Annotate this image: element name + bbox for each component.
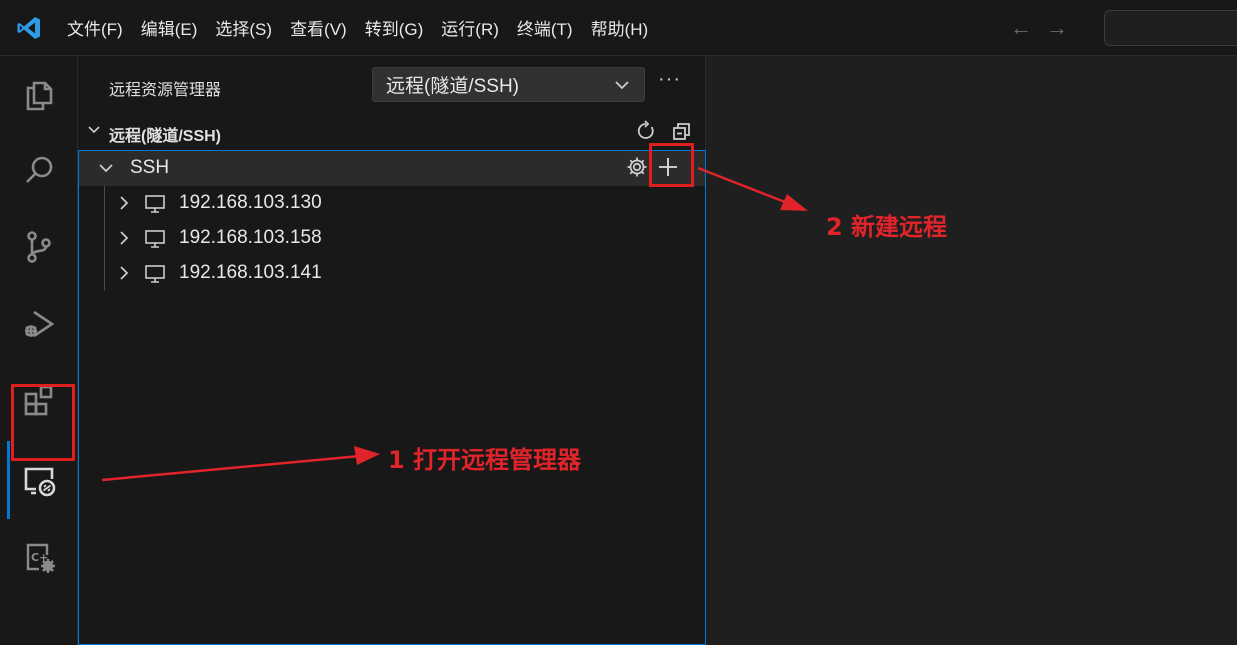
tree-group-ssh[interactable]: SSH: [79, 151, 705, 186]
host-row-3[interactable]: 192.168.103.141: [79, 256, 705, 291]
chevron-right-icon: [115, 229, 133, 252]
remote-type-select[interactable]: 远程(隧道/SSH): [372, 67, 645, 102]
source-control-icon[interactable]: [0, 212, 78, 282]
navigation-arrows: ← →: [1010, 0, 1068, 56]
explorer-icon[interactable]: [0, 60, 78, 130]
sidebar-title: 远程资源管理器: [109, 82, 222, 99]
highlight-remote-explorer: [11, 384, 75, 461]
refresh-icon[interactable]: [633, 118, 659, 144]
highlight-add-remote: [649, 143, 694, 187]
activity-bar: C+: [0, 56, 78, 645]
host-label: 192.168.103.158: [179, 227, 322, 248]
run-debug-icon[interactable]: [0, 289, 78, 359]
annotation-step-2: 2 新建远程: [826, 213, 948, 241]
search-icon[interactable]: [0, 136, 78, 206]
section-title: 远程(隧道/SSH): [109, 128, 222, 145]
monitor-icon: [144, 228, 166, 255]
sidebar-header: 远程资源管理器 远程(隧道/SSH) ···: [78, 56, 706, 114]
chevron-right-icon: [115, 264, 133, 287]
chevron-right-icon: [115, 194, 133, 217]
host-row-1[interactable]: 192.168.103.130: [79, 186, 705, 221]
more-actions-icon[interactable]: ···: [658, 68, 681, 91]
menu-help[interactable]: 帮助(H): [582, 0, 658, 56]
menu-bar: 文件(F) 编辑(E) 选择(S) 查看(V) 转到(G) 运行(R) 终端(T…: [58, 0, 657, 56]
annotation-step-1: 1 打开远程管理器: [388, 446, 582, 474]
menu-edit[interactable]: 编辑(E): [132, 0, 207, 56]
forward-arrow-icon[interactable]: →: [1046, 15, 1068, 41]
chevron-down-icon: [97, 159, 115, 182]
command-center-search[interactable]: [1104, 10, 1237, 46]
vscode-logo-icon: [0, 0, 58, 56]
back-arrow-icon[interactable]: ←: [1010, 15, 1032, 41]
menu-terminal[interactable]: 终端(T): [508, 0, 582, 56]
title-bar: 文件(F) 编辑(E) 选择(S) 查看(V) 转到(G) 运行(R) 终端(T…: [0, 0, 1237, 56]
menu-go[interactable]: 转到(G): [356, 0, 433, 56]
monitor-icon: [144, 193, 166, 220]
chevron-down-icon: [612, 75, 632, 101]
menu-run[interactable]: 运行(R): [432, 0, 508, 56]
collapse-all-icon[interactable]: [669, 118, 695, 144]
section-header[interactable]: 远程(隧道/SSH): [78, 114, 706, 148]
remote-explorer-sidebar: 远程资源管理器 远程(隧道/SSH) ··· 远程(隧道/SSH) SSH 19…: [78, 56, 706, 645]
host-label: 192.168.103.130: [179, 192, 322, 213]
gear-icon[interactable]: [625, 155, 649, 184]
host-label: 192.168.103.141: [179, 262, 322, 283]
menu-file[interactable]: 文件(F): [58, 0, 132, 56]
tree-group-label: SSH: [130, 157, 170, 178]
cpp-settings-icon[interactable]: C+: [0, 522, 78, 592]
remote-tree: SSH 192.168.103.130 192.168.103.158 192.…: [78, 150, 706, 645]
monitor-icon: [144, 263, 166, 290]
menu-selection[interactable]: 选择(S): [206, 0, 281, 56]
chevron-down-icon: [86, 122, 102, 143]
menu-view[interactable]: 查看(V): [281, 0, 356, 56]
host-row-2[interactable]: 192.168.103.158: [79, 221, 705, 256]
remote-type-select-value: 远程(隧道/SSH): [386, 76, 520, 97]
